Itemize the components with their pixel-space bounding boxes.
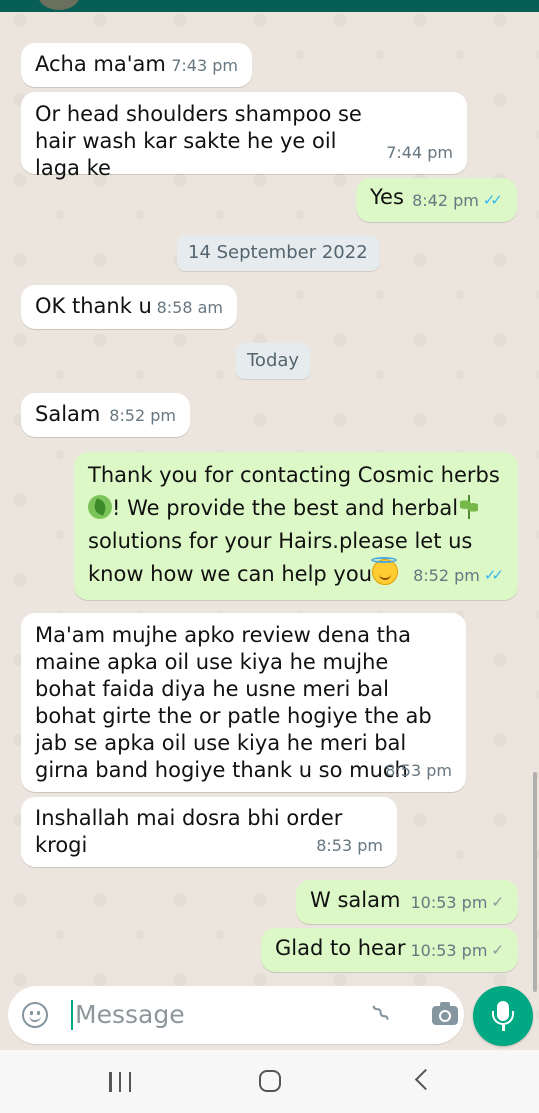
message-list[interactable]: Acha ma'am 7:43 pm Or head shoulders sha… xyxy=(0,12,539,992)
message-time: 8:53 pm xyxy=(316,836,383,855)
double-check-icon: ✓✓ xyxy=(482,191,503,209)
voice-message-button[interactable] xyxy=(473,986,533,1046)
message-time: 8:58 am xyxy=(156,298,223,317)
message-bubble[interactable]: Ma'am mujhe apko review dena tha maine a… xyxy=(21,613,466,792)
message-bubble[interactable]: Thank you for contacting Cosmic herbs ! … xyxy=(74,452,518,600)
message-text: Ma'am mujhe apko review dena tha maine a… xyxy=(35,623,432,782)
back-icon[interactable] xyxy=(414,1068,437,1091)
scrollbar[interactable] xyxy=(533,772,537,992)
text-cursor xyxy=(71,1000,73,1030)
leaf-emoji-icon xyxy=(88,495,112,519)
message-bubble[interactable]: Or head shoulders shampoo se hair wash k… xyxy=(21,92,467,180)
compose-bar: Message ⌇ xyxy=(0,984,539,1050)
contact-avatar[interactable] xyxy=(38,0,80,10)
message-time: 10:53 pm ✓ xyxy=(410,937,504,964)
camera-icon[interactable] xyxy=(432,1002,458,1025)
message-bubble[interactable]: Glad to hear 10:53 pm ✓ xyxy=(261,928,518,972)
message-time: 7:44 pm xyxy=(386,143,453,162)
double-check-icon: ✓ xyxy=(491,941,503,959)
message-placeholder: Message xyxy=(75,1000,185,1029)
message-time: 8:42 pm ✓✓ xyxy=(412,187,503,214)
message-bubble[interactable]: W salam 10:53 pm ✓ xyxy=(296,880,518,924)
system-navigation-bar xyxy=(0,1050,539,1113)
home-icon[interactable] xyxy=(259,1070,281,1092)
chat-header[interactable] xyxy=(0,0,539,12)
message-bubble[interactable]: Yes 8:42 pm ✓✓ xyxy=(356,178,517,222)
message-bubble[interactable]: OK thank u 8:58 am xyxy=(21,285,237,329)
message-time: 8:53 pm xyxy=(385,761,452,780)
message-time: 8:52 pm ✓✓ xyxy=(413,559,504,592)
message-time: 10:53 pm ✓ xyxy=(410,889,504,916)
message-bubble[interactable]: Acha ma'am 7:43 pm xyxy=(21,43,252,87)
recent-apps-icon[interactable] xyxy=(109,1072,131,1092)
double-check-icon: ✓ xyxy=(491,893,503,911)
herb-emoji-icon xyxy=(458,493,480,519)
message-time: 8:52 pm xyxy=(109,406,176,425)
date-separator: Today xyxy=(236,343,311,379)
emoji-icon[interactable] xyxy=(22,1002,48,1028)
message-input[interactable]: Message ⌇ xyxy=(8,986,464,1044)
paperclip-icon[interactable]: ⌇ xyxy=(362,994,402,1034)
smiling-face-with-halo-icon xyxy=(371,557,399,585)
message-bubble[interactable]: Salam 8:52 pm xyxy=(21,393,190,437)
message-text: Or head shoulders shampoo se hair wash k… xyxy=(35,102,362,180)
double-check-icon: ✓✓ xyxy=(483,566,504,584)
date-separator: 14 September 2022 xyxy=(177,235,379,271)
message-bubble[interactable]: Inshallah mai dosra bhi order krogi 8:53… xyxy=(21,797,397,867)
message-time: 7:43 pm xyxy=(171,56,238,75)
